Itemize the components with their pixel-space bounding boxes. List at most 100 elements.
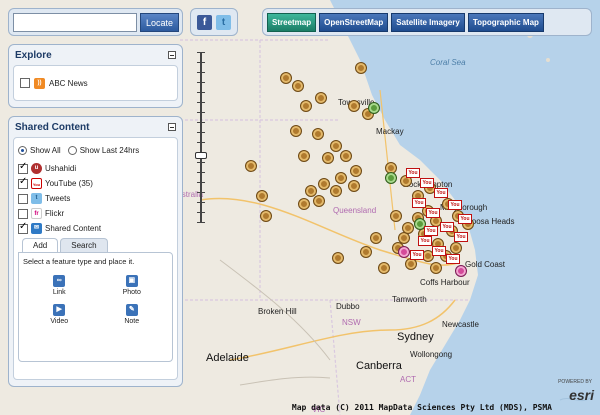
zoom-tick	[197, 142, 205, 143]
map-label-canberra: Canberra	[356, 360, 402, 372]
ushahidi-marker[interactable]	[335, 172, 347, 184]
shared-content-marker[interactable]	[368, 102, 380, 114]
map-label-mackay: Mackay	[376, 127, 404, 136]
tab-search[interactable]: Search	[60, 238, 108, 252]
ushahidi-marker[interactable]	[312, 128, 324, 140]
ushahidi-marker[interactable]	[360, 246, 372, 258]
ushahidi-marker[interactable]	[300, 100, 312, 112]
shared-content-panel-header[interactable]: Shared Content	[9, 117, 182, 137]
locate-button[interactable]: Locate	[140, 13, 180, 32]
ushahidi-marker[interactable]	[256, 190, 268, 202]
youtube-marker[interactable]: You	[448, 200, 462, 210]
youtube-marker[interactable]: You	[426, 208, 440, 218]
ushahidi-marker[interactable]	[298, 150, 310, 162]
ushahidi-marker[interactable]	[332, 252, 344, 264]
facebook-icon[interactable]: f	[197, 14, 212, 30]
ushahidi-marker[interactable]	[330, 140, 342, 152]
ushahidi-marker[interactable]	[355, 62, 367, 74]
zoom-tick	[197, 172, 205, 173]
explore-panel-title: Explore	[15, 49, 52, 61]
ushahidi-marker[interactable]	[348, 100, 360, 112]
shared-content-checkbox[interactable]	[18, 221, 28, 234]
map-label-gold-coast: Gold Coast	[465, 260, 506, 269]
youtube-marker[interactable]: You	[432, 246, 446, 256]
ushahidi-marker[interactable]	[280, 72, 292, 84]
show-all-label[interactable]: Show All	[30, 146, 61, 155]
ushahidi-marker[interactable]	[298, 198, 310, 210]
ushahidi-marker[interactable]	[390, 210, 402, 222]
youtube-marker[interactable]: You	[420, 178, 434, 188]
show-last-24hrs-radio[interactable]	[67, 146, 77, 155]
feature-photo[interactable]: ▣ Photo	[96, 275, 169, 296]
feature-video[interactable]: ▶ Video	[23, 304, 96, 325]
feature-note[interactable]: ✎ Note	[96, 304, 169, 325]
search-input[interactable]	[13, 13, 137, 32]
ushahidi-marker[interactable]	[340, 150, 352, 162]
youtube-marker[interactable]: You	[440, 222, 454, 232]
youtube-marker[interactable]: You	[446, 254, 460, 264]
ushahidi-marker[interactable]	[402, 222, 414, 234]
basemap-streetmap-button[interactable]: Streetmap	[267, 12, 317, 32]
tweets-checkbox[interactable]	[18, 193, 28, 204]
ushahidi-marker[interactable]	[313, 195, 325, 207]
show-last-24hrs-label[interactable]: Show Last 24hrs	[80, 146, 140, 155]
ushahidi-marker[interactable]	[245, 160, 257, 172]
feature-video-label: Video	[50, 318, 69, 325]
show-all-radio[interactable]	[18, 146, 27, 155]
feature-note-label: Note	[124, 318, 140, 325]
youtube-marker[interactable]: You	[406, 168, 420, 178]
esri-logo[interactable]: esri	[569, 387, 594, 403]
youtube-marker[interactable]: You	[412, 198, 426, 208]
ushahidi-marker[interactable]	[315, 92, 327, 104]
ushahidi-marker[interactable]	[370, 232, 382, 244]
flickr-marker[interactable]	[455, 265, 467, 277]
ushahidi-checkbox[interactable]	[18, 161, 28, 174]
basemap-satellite-button[interactable]: Satellite Imagery	[391, 12, 465, 32]
collapse-icon[interactable]	[168, 51, 176, 59]
ushahidi-marker[interactable]	[260, 210, 272, 222]
shared-content-panel-body: Show All Show Last 24hrs u Ushahidi You …	[13, 137, 178, 380]
tab-add[interactable]: Add	[22, 238, 59, 252]
ushahidi-marker[interactable]	[450, 242, 462, 254]
youtube-marker[interactable]: You	[424, 226, 438, 236]
youtube-marker[interactable]: You	[458, 214, 472, 224]
ushahidi-marker[interactable]	[290, 125, 302, 137]
explore-panel-header[interactable]: Explore	[9, 45, 182, 65]
abc-news-checkbox[interactable]	[20, 78, 30, 88]
ushahidi-marker[interactable]	[378, 262, 390, 274]
zoom-tick	[197, 112, 205, 113]
feature-photo-label: Photo	[122, 289, 141, 296]
youtube-marker[interactable]: You	[410, 250, 424, 260]
youtube-checkbox[interactable]	[18, 176, 28, 189]
collapse-icon[interactable]	[168, 123, 176, 131]
shared-content-panel: Shared Content Show All Show Last 24hrs …	[8, 116, 183, 387]
youtube-marker[interactable]: You	[418, 236, 432, 246]
basemap-switcher: Streetmap OpenStreetMap Satellite Imager…	[262, 8, 592, 36]
ushahidi-marker[interactable]	[322, 152, 334, 164]
twitter-icon[interactable]: t	[216, 14, 231, 30]
youtube-marker[interactable]: You	[434, 188, 448, 198]
zoom-slider[interactable]	[195, 52, 207, 223]
ushahidi-label: Ushahidi	[45, 164, 77, 173]
shared-content-marker[interactable]	[385, 172, 397, 184]
map-label-broken-hill: Broken Hill	[258, 307, 297, 316]
flickr-checkbox[interactable]	[18, 208, 28, 219]
ushahidi-marker[interactable]	[330, 185, 342, 197]
note-icon: ✎	[125, 304, 138, 316]
add-instructions: Select a feature type and place it.	[23, 257, 135, 266]
ushahidi-marker[interactable]	[292, 80, 304, 92]
zoom-thumb[interactable]	[195, 152, 207, 159]
zoom-tick	[197, 162, 205, 163]
zoom-tick	[197, 202, 205, 203]
basemap-topographic-button[interactable]: Topographic Map	[467, 12, 544, 32]
ushahidi-marker[interactable]	[350, 165, 362, 177]
map-label-coral-sea: Coral Sea	[430, 58, 466, 67]
youtube-marker[interactable]: You	[454, 232, 468, 242]
basemap-openstreetmap-button[interactable]: OpenStreetMap	[319, 12, 389, 32]
zoom-track[interactable]	[200, 52, 202, 222]
feature-link[interactable]: ∞ Link	[23, 275, 96, 296]
ushahidi-marker[interactable]	[318, 178, 330, 190]
ushahidi-marker[interactable]	[348, 180, 360, 192]
ushahidi-marker[interactable]	[430, 262, 442, 274]
flickr-marker[interactable]	[398, 246, 410, 258]
